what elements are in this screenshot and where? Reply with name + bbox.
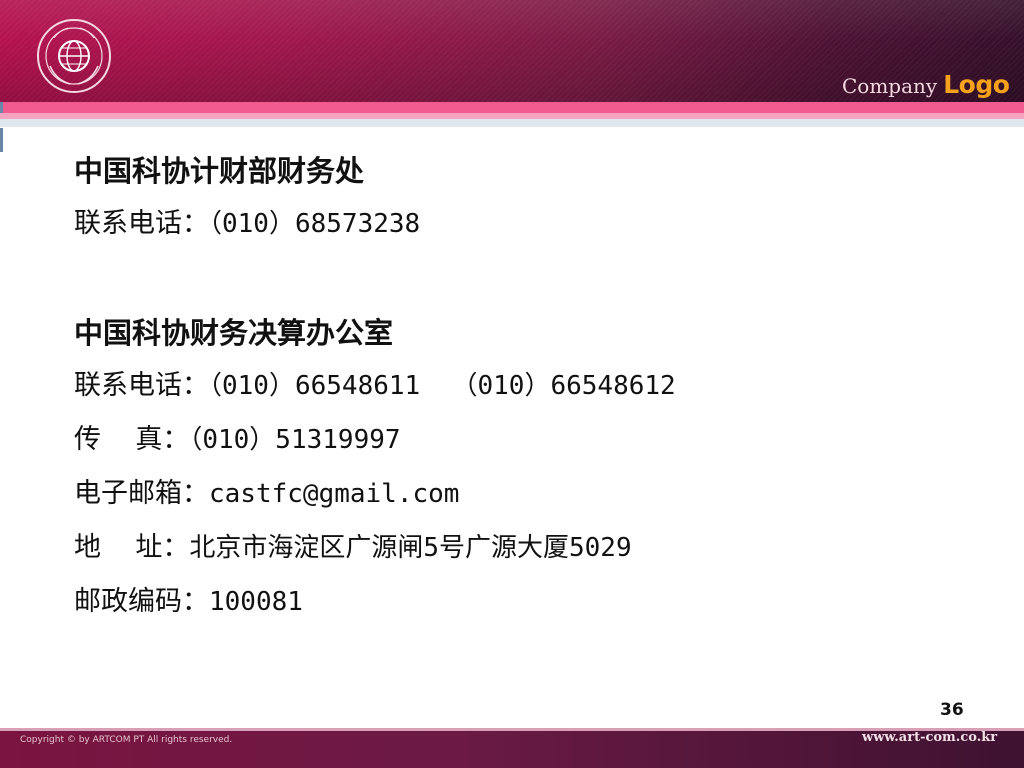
- line-value: （010）66548611 （010）66548612: [209, 371, 676, 401]
- header-accent-band: [0, 102, 1024, 113]
- line-label: 电子邮箱：: [74, 478, 209, 509]
- address-value: 北京市海淀区广源闸5号广源大厦5029: [189, 533, 632, 563]
- block-title: 中国科协财务决算办公室: [74, 316, 394, 350]
- copyright-text: Copyright © by ARTCOM PT All rights rese…: [20, 735, 233, 745]
- line-value: （010）68573238: [209, 209, 421, 239]
- page-number: 36: [940, 700, 964, 720]
- block-title: 中国科协计财部财务处: [74, 154, 365, 188]
- contact-block: 中国科协计财部财务处 联系电话：（010）68573238: [74, 145, 974, 251]
- line-value: （010）51319997: [189, 425, 401, 455]
- contact-line: 联系电话：（010）68573238: [74, 197, 974, 251]
- footer-bar: Copyright © by ARTCOM PT All rights rese…: [0, 728, 1024, 768]
- header-divider-strip: [0, 119, 1024, 127]
- line-label: 联系电话：: [74, 370, 209, 401]
- line-label: 传 真：: [74, 424, 190, 455]
- line-label: 地 址：: [74, 532, 190, 563]
- contact-line: 传 真：（010）51319997: [74, 413, 974, 467]
- contact-line: 电子邮箱：castfc@gmail.com: [74, 467, 974, 521]
- contact-content: 中国科协计财部财务处 联系电话：（010）68573238 中国科协财务决算办公…: [74, 145, 974, 629]
- contact-line: 邮政编码：100081: [74, 575, 974, 629]
- email-value: castfc@gmail.com: [209, 479, 460, 509]
- website-text: www.art-com.co.kr: [862, 730, 998, 745]
- association-emblem-icon: [37, 19, 111, 93]
- left-edge-marker: [0, 128, 3, 152]
- postcode-value: 100081: [209, 587, 303, 617]
- contact-block: 中国科协财务决算办公室 联系电话：（010）66548611 （010）6654…: [74, 307, 974, 629]
- line-label: 邮政编码：: [74, 586, 209, 617]
- line-label: 联系电话：: [74, 208, 209, 239]
- logo-word: Logo: [943, 70, 1010, 99]
- company-logo-text: Company Logo: [842, 70, 1010, 99]
- company-word: Company: [842, 74, 938, 98]
- contact-line: 联系电话：（010）66548611 （010）66548612: [74, 359, 974, 413]
- contact-line: 地 址：北京市海淀区广源闸5号广源大厦5029: [74, 521, 974, 575]
- left-edge-marker: [0, 102, 3, 113]
